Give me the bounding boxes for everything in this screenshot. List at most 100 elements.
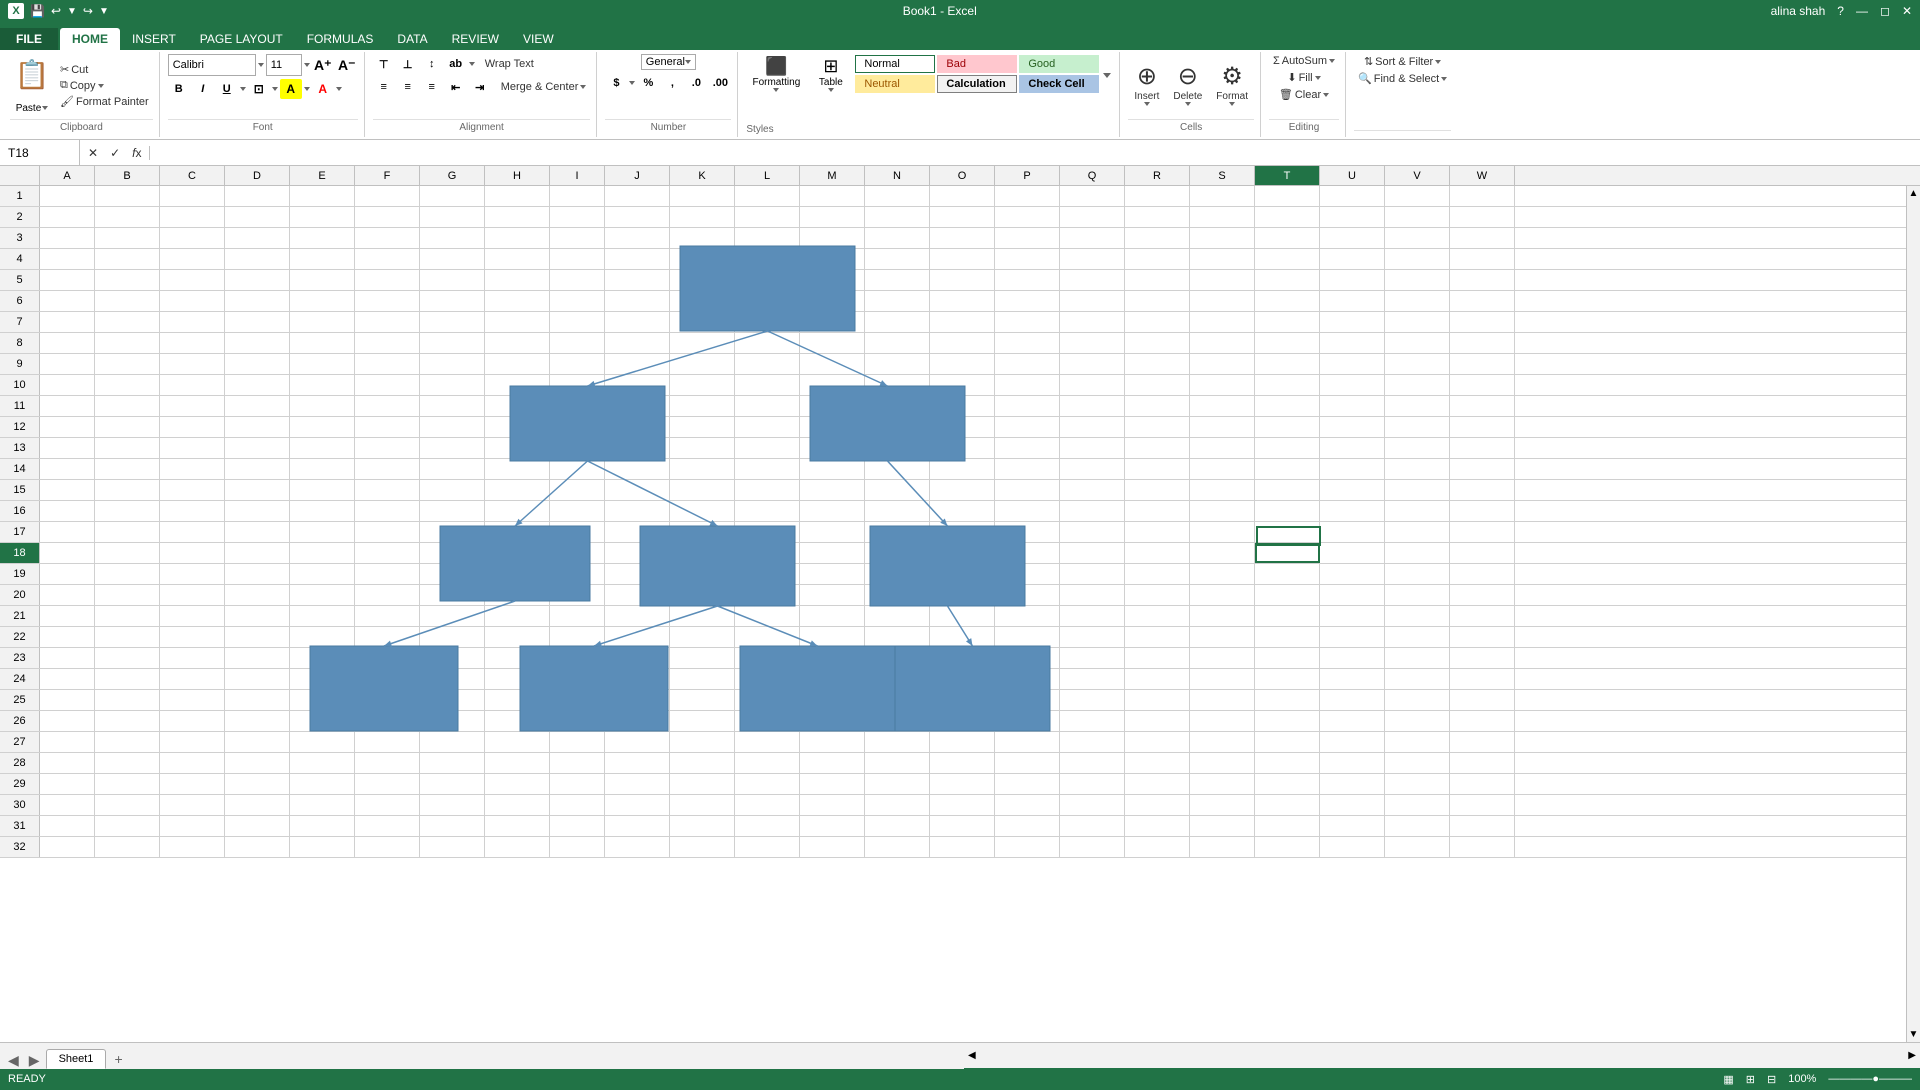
cell-V7[interactable] [1385, 312, 1450, 332]
restore-btn[interactable]: ◻ [1880, 4, 1890, 18]
cell-Q28[interactable] [1060, 753, 1125, 773]
cell-G23[interactable] [420, 648, 485, 668]
cell-C21[interactable] [160, 606, 225, 626]
col-header-q[interactable]: Q [1060, 166, 1125, 185]
cell-U10[interactable] [1320, 375, 1385, 395]
cell-T28[interactable] [1255, 753, 1320, 773]
scroll-right-btn[interactable]: ▶ [1904, 1050, 1920, 1061]
cell-J9[interactable] [605, 354, 670, 374]
col-header-o[interactable]: O [930, 166, 995, 185]
cell-A3[interactable] [40, 228, 95, 248]
cell-V13[interactable] [1385, 438, 1450, 458]
cell-S29[interactable] [1190, 774, 1255, 794]
cell-V22[interactable] [1385, 627, 1450, 647]
cell-J3[interactable] [605, 228, 670, 248]
normal-style-btn[interactable]: Normal [855, 55, 935, 73]
tab-review[interactable]: REVIEW [440, 28, 511, 50]
col-header-u[interactable]: U [1320, 166, 1385, 185]
cell-L27[interactable] [735, 732, 800, 752]
cell-V21[interactable] [1385, 606, 1450, 626]
cell-B4[interactable] [95, 249, 160, 269]
cell-E17[interactable] [290, 522, 355, 542]
cell-C17[interactable] [160, 522, 225, 542]
cell-K24[interactable] [670, 669, 735, 689]
cell-J10[interactable] [605, 375, 670, 395]
cell-M31[interactable] [800, 816, 865, 836]
cell-M13[interactable] [800, 438, 865, 458]
cell-B27[interactable] [95, 732, 160, 752]
row-num-2[interactable]: 2 [0, 207, 40, 227]
redo-icon[interactable]: ↪ [83, 4, 93, 18]
cell-D22[interactable] [225, 627, 290, 647]
cell-R8[interactable] [1125, 333, 1190, 353]
cell-R4[interactable] [1125, 249, 1190, 269]
cell-G26[interactable] [420, 711, 485, 731]
cell-S13[interactable] [1190, 438, 1255, 458]
cell-M20[interactable] [800, 585, 865, 605]
cell-I4[interactable] [550, 249, 605, 269]
cell-Q7[interactable] [1060, 312, 1125, 332]
cell-H10[interactable] [485, 375, 550, 395]
cell-O11[interactable] [930, 396, 995, 416]
cell-Q25[interactable] [1060, 690, 1125, 710]
cell-E31[interactable] [290, 816, 355, 836]
cell-C24[interactable] [160, 669, 225, 689]
cell-F20[interactable] [355, 585, 420, 605]
cell-L18[interactable] [735, 543, 800, 563]
conditional-formatting-btn[interactable]: ⬛ Formatting [746, 54, 806, 94]
cell-S7[interactable] [1190, 312, 1255, 332]
increase-font-btn[interactable]: A⁺ [312, 55, 334, 75]
cell-Q2[interactable] [1060, 207, 1125, 227]
cell-O15[interactable] [930, 480, 995, 500]
cell-T31[interactable] [1255, 816, 1320, 836]
cell-N7[interactable] [865, 312, 930, 332]
cell-K6[interactable] [670, 291, 735, 311]
cell-A18[interactable] [40, 543, 95, 563]
cell-C29[interactable] [160, 774, 225, 794]
cell-P21[interactable] [995, 606, 1060, 626]
insert-dropdown[interactable] [1144, 102, 1150, 106]
cell-V29[interactable] [1385, 774, 1450, 794]
cell-H26[interactable] [485, 711, 550, 731]
cell-T9[interactable] [1255, 354, 1320, 374]
cell-E28[interactable] [290, 753, 355, 773]
cell-S26[interactable] [1190, 711, 1255, 731]
undo-icon[interactable]: ↩ [51, 4, 61, 18]
decrease-font-btn[interactable]: A⁻ [336, 55, 358, 75]
cell-Q10[interactable] [1060, 375, 1125, 395]
cell-H11[interactable] [485, 396, 550, 416]
cell-F16[interactable] [355, 501, 420, 521]
cell-J21[interactable] [605, 606, 670, 626]
cell-D27[interactable] [225, 732, 290, 752]
cell-G18[interactable] [420, 543, 485, 563]
cell-R13[interactable] [1125, 438, 1190, 458]
cell-G30[interactable] [420, 795, 485, 815]
cell-K30[interactable] [670, 795, 735, 815]
cell-H24[interactable] [485, 669, 550, 689]
align-left-btn[interactable]: ≡ [373, 77, 395, 97]
cell-C26[interactable] [160, 711, 225, 731]
font-color-dropdown[interactable] [336, 87, 342, 91]
fill-color-dropdown[interactable] [304, 87, 310, 91]
confirm-formula-btn[interactable]: ✓ [106, 146, 124, 160]
cell-B8[interactable] [95, 333, 160, 353]
cell-J22[interactable] [605, 627, 670, 647]
cell-O30[interactable] [930, 795, 995, 815]
cell-J11[interactable] [605, 396, 670, 416]
cell-U5[interactable] [1320, 270, 1385, 290]
cell-N9[interactable] [865, 354, 930, 374]
cell-V3[interactable] [1385, 228, 1450, 248]
cell-J2[interactable] [605, 207, 670, 227]
italic-btn[interactable]: I [192, 79, 214, 99]
cell-U21[interactable] [1320, 606, 1385, 626]
cell-E13[interactable] [290, 438, 355, 458]
tab-insert[interactable]: INSERT [120, 28, 188, 50]
cell-J25[interactable] [605, 690, 670, 710]
cell-V28[interactable] [1385, 753, 1450, 773]
cell-P20[interactable] [995, 585, 1060, 605]
cell-L4[interactable] [735, 249, 800, 269]
cell-G3[interactable] [420, 228, 485, 248]
cell-D29[interactable] [225, 774, 290, 794]
cell-I7[interactable] [550, 312, 605, 332]
cell-R11[interactable] [1125, 396, 1190, 416]
